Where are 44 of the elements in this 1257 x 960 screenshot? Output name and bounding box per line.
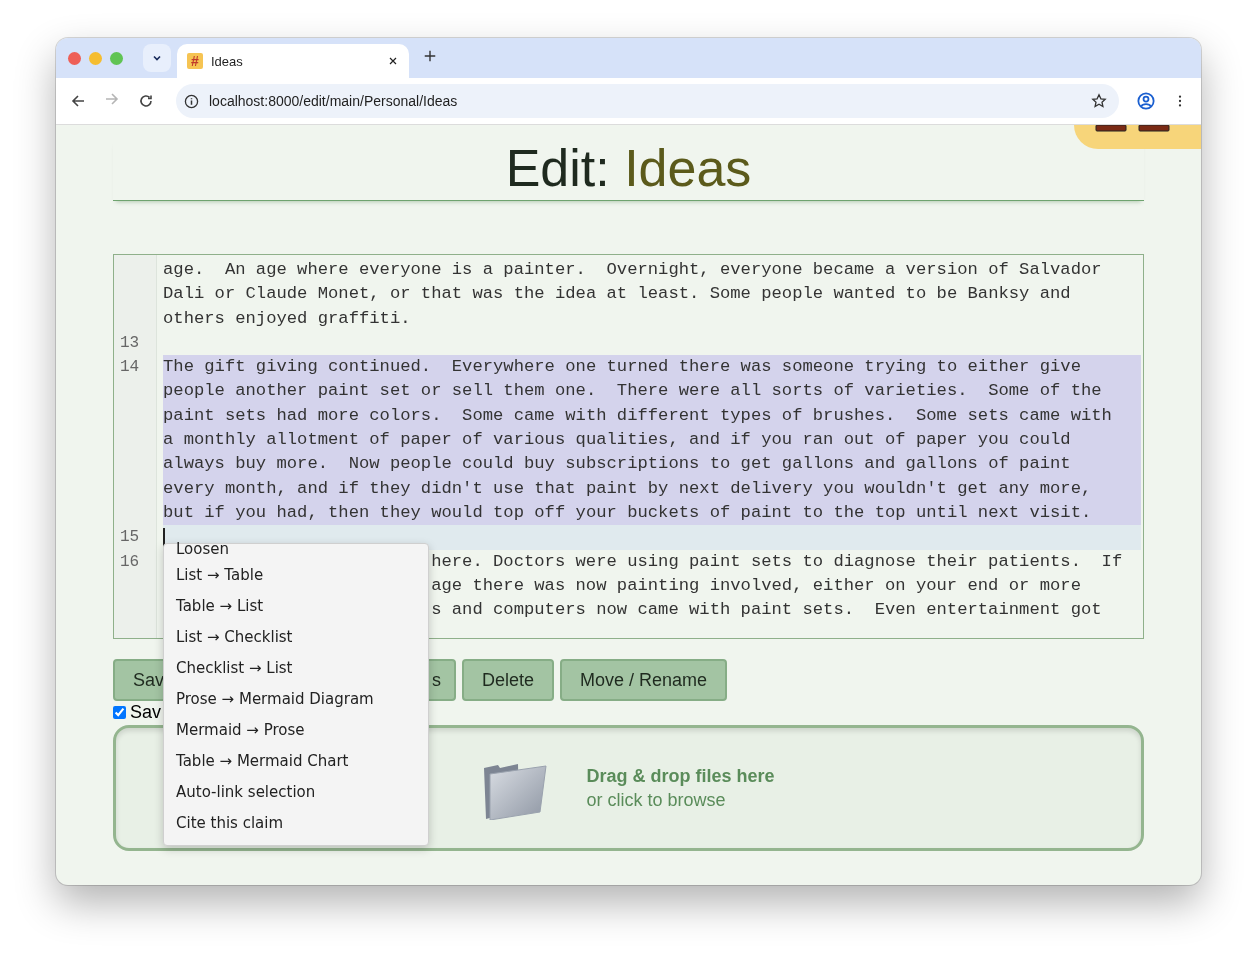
menu-item[interactable]: Auto-link selection <box>164 777 428 808</box>
action-button[interactable]: Delete <box>462 659 555 701</box>
drop-zone-hint: or click to browse <box>586 790 726 810</box>
editor-text-line: a monthly allotment of paper of various qualities, and if you ran out of paper you could <box>163 430 1071 450</box>
page-heading: Edit: Ideas <box>113 139 1144 201</box>
menu-item[interactable]: Checklist → List <box>164 653 428 684</box>
menu-item[interactable]: List → Table <box>164 560 428 591</box>
menu-item[interactable]: Table → List <box>164 591 428 622</box>
line-number: 16 <box>120 552 140 571</box>
menu-item[interactable]: Loosen <box>164 544 428 560</box>
menu-item[interactable]: Cite this claim <box>164 808 428 839</box>
editor-text-line: age. An age where everyone is a painter. Overnight, everyone became a version of Salvador <box>163 260 1102 279</box>
autosave-checkbox[interactable] <box>113 706 126 719</box>
browser-tab[interactable]: # Ideas <box>177 44 409 78</box>
plus-icon[interactable] <box>423 49 437 63</box>
editor-text-line: but if you had, then they would top off your buckets of paint to the top until next visit. <box>163 502 1092 522</box>
editor-text-line: here. Doctors were using paint sets to diagnose their patients. If <box>431 551 1123 571</box>
back-arrow-icon[interactable] <box>70 93 86 109</box>
editor-text-line: people another paint set or sell them one. There were all sorts of varieties. Some of the <box>163 381 1102 401</box>
address-bar[interactable]: localhost:8000/edit/main/Personal/Ideas <box>176 84 1119 118</box>
info-icon[interactable] <box>184 93 199 109</box>
editor-text-line: The gift giving continued. Everywhere one turned there was someone trying to either give <box>163 357 1081 377</box>
close-icon[interactable] <box>387 55 399 67</box>
editor-text-line: always buy more. Now people could buy subscriptions to get gallons and gallons of paint <box>163 454 1071 474</box>
checkbox-label: Sav <box>130 702 162 723</box>
reload-icon[interactable] <box>138 93 154 109</box>
editor-text-line: every month, and if they didn't use that paint by next delivery you wouldn't get any more, <box>163 478 1092 498</box>
editor-text-line: paint sets had more colors. Some came with different types of brushes. Some sets came with <box>163 405 1112 425</box>
editor-text-line: age there was now painting involved, either on your end or more <box>431 575 1081 595</box>
favicon-icon: # <box>187 53 203 69</box>
drop-zone-title: Drag & drop files here <box>586 765 775 788</box>
close-window-icon[interactable] <box>68 51 81 65</box>
action-button[interactable]: Move / Rename <box>560 659 728 701</box>
menu-item[interactable]: Table → Mermaid Chart <box>164 746 428 777</box>
star-icon[interactable] <box>1091 93 1107 109</box>
menu-item[interactable]: Prose → Mermaid Diagram <box>164 684 428 715</box>
editor-text-line: s and computers now came with paint sets. Even entertainment got <box>431 600 1102 620</box>
editor-text-line: Dali or Claude Monet, or that was the idea at least. Some people wanted to be Banksy and <box>163 284 1071 304</box>
line-number: 14 <box>120 358 140 377</box>
profile-icon[interactable] <box>1137 92 1155 110</box>
menu-item[interactable]: List → Checklist <box>164 622 428 653</box>
line-number: 13 <box>120 333 140 352</box>
line-number: 15 <box>120 528 140 547</box>
editor-text-line: others enjoyed graffiti. <box>163 308 411 328</box>
